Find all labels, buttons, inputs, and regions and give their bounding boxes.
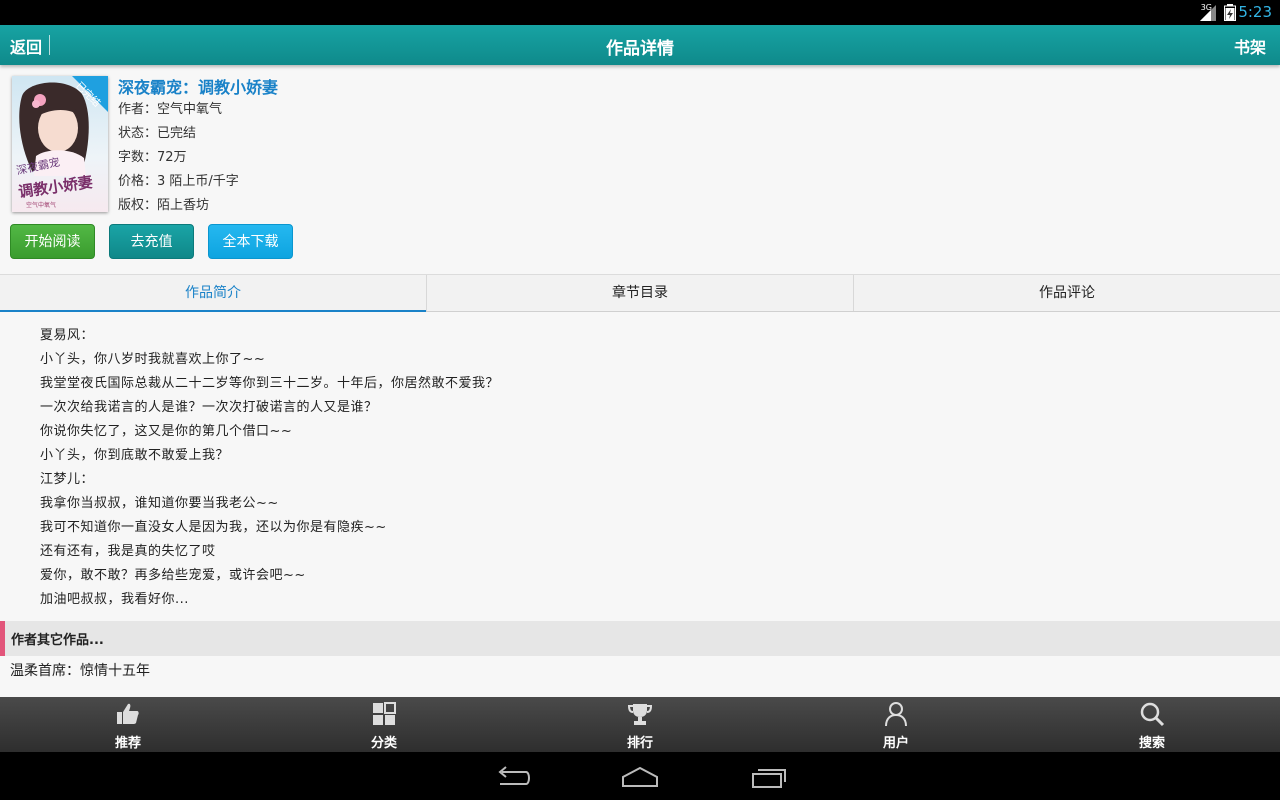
nav-search[interactable]: 搜索: [1024, 697, 1280, 752]
intro-line: 我拿你当叔叔，谁知道你要当我老公~~: [40, 496, 279, 511]
book-status: 状态：已完结: [118, 126, 197, 141]
nav-user[interactable]: 用户: [768, 697, 1024, 752]
book-cover[interactable]: 已完结 深夜霸宠 调教小娇妻 空气中氧气: [12, 76, 108, 212]
other-work-item[interactable]: 温柔首席：惊情十五年: [10, 660, 150, 680]
battery-icon: [1224, 4, 1236, 21]
intro-line: 你说你失忆了，这又是你的第几个借口~~: [40, 424, 293, 439]
nav-label: 推荐: [114, 736, 141, 751]
status-bar: 3G 5:23: [0, 0, 1280, 25]
nav-recommend[interactable]: 推荐: [0, 697, 256, 752]
book-copyright: 版权：陌上香坊: [118, 198, 210, 213]
signal-icon: [1200, 5, 1216, 21]
back-nav-icon[interactable]: [492, 764, 532, 790]
divider: [49, 35, 50, 55]
tab-introduction[interactable]: 作品简介: [0, 275, 427, 312]
intro-line: 小丫头，你到底敢不敢爱上我？: [40, 448, 230, 463]
thumbs-up-icon: [117, 703, 139, 724]
bookshelf-button[interactable]: 书架: [1234, 34, 1266, 58]
intro-line: 小丫头，你八岁时我就喜欢上你了~~: [40, 352, 266, 367]
book-word-count: 字数：72万: [118, 150, 187, 165]
nav-label: 分类: [370, 736, 397, 751]
recent-apps-icon[interactable]: [750, 764, 790, 790]
intro-line: 江梦儿：: [40, 472, 95, 487]
user-icon: [885, 702, 907, 727]
nav-label: 排行: [626, 736, 653, 751]
intro-line: 加油吧叔叔，我看好你...: [40, 592, 189, 607]
grid-icon: [373, 702, 396, 725]
clock: 5:23: [1238, 3, 1272, 21]
system-navigation-bar: [0, 752, 1280, 800]
nav-label: 用户: [882, 736, 909, 751]
intro-line: 我可不知道你一直没女人是因为我，还以为你是有隐疾~~: [40, 520, 387, 535]
nav-categories[interactable]: 分类: [256, 697, 512, 752]
intro-line: 我堂堂夜氏国际总裁从二十二岁等你到三十二岁。十年后，你居然敢不爱我？: [40, 376, 500, 391]
search-icon: [1140, 702, 1165, 727]
intro-line: 一次次给我诺言的人是谁？一次次打破诺言的人又是谁？: [40, 400, 378, 415]
tab-comments[interactable]: 作品评论: [854, 275, 1280, 311]
other-works-title: 作者其它作品...: [11, 633, 104, 648]
book-author: 作者：空气中氧气: [118, 102, 223, 117]
cover-author: 空气中氧气: [26, 202, 57, 209]
page-title: 作品详情: [606, 39, 674, 59]
download-all-button[interactable]: 全本下载: [208, 224, 293, 259]
recharge-button[interactable]: 去充值: [109, 224, 194, 259]
bottom-navigation: 推荐 分类 排行 用户 搜索: [0, 697, 1280, 752]
back-button[interactable]: 返回: [10, 34, 42, 58]
nav-ranking[interactable]: 排行: [512, 697, 768, 752]
book-introduction: 夏易风： 小丫头，你八岁时我就喜欢上你了~~ 我堂堂夜氏国际总裁从二十二岁等你到…: [40, 324, 1240, 612]
intro-line: 爱你，敢不敢？再多给些宠爱，或许会吧~~: [40, 568, 306, 583]
home-nav-icon[interactable]: [620, 764, 660, 790]
intro-line: 夏易风：: [40, 328, 95, 343]
book-title[interactable]: 深夜霸宠：调教小娇妻: [118, 74, 278, 98]
intro-line: 还有还有，我是真的失忆了哎: [40, 544, 216, 559]
tab-chapters[interactable]: 章节目录: [427, 275, 854, 311]
other-works-header: 作者其它作品...: [0, 621, 1280, 656]
trophy-icon: [627, 704, 653, 725]
nav-label: 搜索: [1138, 736, 1165, 751]
detail-tabs: 作品简介 章节目录 作品评论: [0, 274, 1280, 312]
start-reading-button[interactable]: 开始阅读: [10, 224, 95, 259]
book-price: 价格：3 陌上币/千字: [118, 174, 239, 189]
title-bar: 返回 作品详情 书架: [0, 25, 1280, 65]
